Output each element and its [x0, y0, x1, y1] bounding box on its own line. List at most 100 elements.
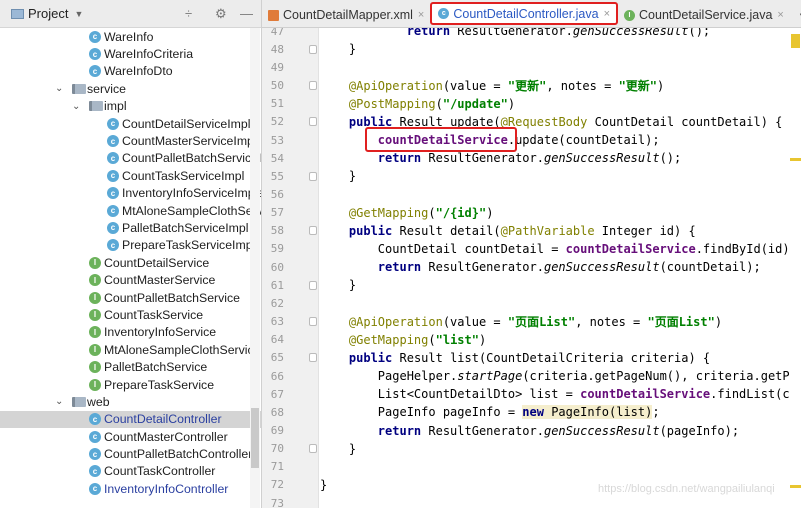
- class-icon: c: [89, 482, 101, 495]
- gear-icon[interactable]: ⚙: [215, 6, 227, 22]
- code-token: (value =: [442, 315, 508, 330]
- class-icon: c: [107, 117, 119, 130]
- tree-item[interactable]: I MtAloneSampleClothService: [0, 341, 261, 358]
- code-token: }: [320, 477, 328, 492]
- tree-item[interactable]: c PalletBatchServiceImpl: [0, 219, 261, 236]
- tree-item[interactable]: I PalletBatchService: [0, 358, 261, 375]
- watermark: https://blog.csdn.net/wangpailiulanqi: [598, 483, 775, 495]
- code-token: "/update": [442, 96, 508, 111]
- tree-item-label: WareInfoDto: [104, 64, 173, 79]
- collapse-all-icon[interactable]: ÷: [185, 6, 192, 21]
- tree-item[interactable]: I PrepareTaskService: [0, 376, 261, 393]
- class-icon: c: [89, 48, 101, 61]
- highlight-box: [365, 127, 517, 152]
- fold-icon[interactable]: [309, 171, 317, 181]
- code-token: PageInfo(list): [543, 405, 653, 420]
- code-line: 68 PageInfo pageInfo = new PageInfo(list…: [262, 403, 801, 421]
- tree-item[interactable]: c CountDetailServiceImpl: [0, 115, 261, 132]
- project-view-selector[interactable]: Project: [28, 6, 68, 21]
- close-icon[interactable]: ×: [418, 9, 424, 21]
- tree-item[interactable]: c CountMasterServiceImpl: [0, 132, 261, 149]
- marker[interactable]: [790, 485, 801, 488]
- tree-item[interactable]: I CountMasterService: [0, 271, 261, 288]
- chevron-down-icon[interactable]: ⌄: [55, 396, 63, 407]
- tree-item[interactable]: c CountMasterController: [0, 428, 261, 445]
- code-line: 50 @ApiOperation(value = "更新", notes = "…: [262, 76, 801, 94]
- tree-item[interactable]: c WareInfoCriteria: [0, 45, 261, 62]
- tree-item[interactable]: I CountDetailService: [0, 254, 261, 271]
- tab-countdetailmapper-xml[interactable]: CountDetailMapper.xml ×: [262, 3, 430, 27]
- chevron-down-icon[interactable]: ▼: [74, 9, 83, 19]
- tree-item[interactable]: c CountPalletBatchServiceIm: [0, 150, 261, 167]
- tree-item[interactable]: c WareInfo: [0, 28, 261, 45]
- tree-item[interactable]: ⌄ web: [0, 393, 261, 410]
- chevron-down-icon[interactable]: ⌄: [55, 83, 63, 94]
- fold-icon[interactable]: [309, 444, 317, 454]
- tree-item-label: MtAloneSampleClothService: [104, 342, 261, 357]
- code-line: 59 CountDetail countDetail = countDetail…: [262, 240, 801, 258]
- line-number: 73: [270, 496, 284, 508]
- tree-item[interactable]: I CountTaskService: [0, 306, 261, 323]
- fold-icon[interactable]: [309, 117, 317, 127]
- tree-item[interactable]: I CountPalletBatchService: [0, 289, 261, 306]
- tree-item[interactable]: ⌄ impl: [0, 98, 261, 115]
- code-token: genSuccessResult: [543, 151, 660, 166]
- class-icon: c: [89, 65, 101, 78]
- tree-item[interactable]: c InventoryInfoServiceImple: [0, 185, 261, 202]
- code-token: "list": [435, 332, 479, 347]
- interface-icon: I: [624, 9, 636, 21]
- tree-item[interactable]: c CountDetailController: [0, 410, 261, 428]
- code-token: ResultGenerator.: [421, 151, 544, 166]
- class-icon: c: [89, 413, 101, 426]
- project-icon: [11, 8, 24, 19]
- error-stripe[interactable]: [789, 28, 801, 508]
- tree-item[interactable]: c CountPalletBatchController: [0, 445, 261, 462]
- class-icon: c: [107, 221, 119, 234]
- code-token: ResultGenerator.: [421, 423, 544, 438]
- fold-icon[interactable]: [309, 226, 317, 236]
- code-token: CountDetail countDetail) {: [587, 114, 783, 129]
- line-number: 68: [270, 405, 284, 419]
- close-icon[interactable]: ×: [777, 9, 783, 21]
- tree-scrollbar[interactable]: [250, 28, 260, 508]
- tree-item[interactable]: c CountTaskController: [0, 463, 261, 480]
- hide-icon[interactable]: —: [240, 6, 253, 21]
- tree-item-label: PalletBatchServiceImpl: [122, 220, 249, 235]
- folder-icon: [72, 396, 86, 407]
- tree-item-label: CountDetailServiceImpl: [122, 116, 251, 131]
- tab-countdetailcontroller-java[interactable]: c CountDetailController.java ×: [430, 2, 619, 25]
- project-panel-header: Project ▼ ÷ ⚙ —: [0, 0, 261, 28]
- marker[interactable]: [791, 34, 800, 48]
- code-token: (value =: [442, 79, 508, 94]
- code-line: 73: [262, 494, 801, 508]
- tabs-overflow-button[interactable]: ▾≡: [794, 3, 801, 27]
- tree-item[interactable]: c InventoryInfoController: [0, 480, 261, 497]
- code-token: return: [377, 423, 422, 438]
- fold-icon[interactable]: [309, 81, 317, 91]
- tree-item[interactable]: c MtAloneSampleClothServi: [0, 202, 261, 219]
- fold-icon[interactable]: [309, 280, 317, 290]
- close-icon[interactable]: ×: [604, 8, 610, 20]
- code-line: 64 @GetMapping("list"): [262, 331, 801, 349]
- marker[interactable]: [790, 158, 801, 161]
- code-token: Result list(CountDetailCriteria criteria…: [392, 350, 711, 365]
- fold-icon[interactable]: [309, 44, 317, 54]
- project-panel: Project ▼ ÷ ⚙ — c WareInfo c WareInfoCriter…: [0, 0, 262, 508]
- line-number: 60: [270, 260, 284, 274]
- code-token: @PostMapping: [348, 96, 436, 111]
- code-token: ResultGenerator.: [450, 28, 573, 39]
- tree-item[interactable]: c PrepareTaskServiceImpl: [0, 237, 261, 254]
- class-icon: c: [89, 30, 101, 43]
- tab-countdetailservice-java[interactable]: I CountDetailService.java ×: [618, 3, 790, 27]
- code-editor[interactable]: 47 return ResultGenerator.genSuccessResu…: [262, 28, 801, 508]
- fold-icon[interactable]: [309, 317, 317, 327]
- tree-item[interactable]: ⌄ service: [0, 80, 261, 97]
- code-line: 48 }: [262, 40, 801, 58]
- tree-item[interactable]: I InventoryInfoService: [0, 324, 261, 341]
- tree-item[interactable]: c WareInfoDto: [0, 63, 261, 80]
- chevron-down-icon[interactable]: ⌄: [72, 101, 80, 112]
- tree-item[interactable]: c CountTaskServiceImpl: [0, 167, 261, 184]
- fold-icon[interactable]: [309, 353, 317, 363]
- tree-item-label: WareInfo: [104, 29, 154, 44]
- editor-tabs: CountDetailMapper.xml × c CountDetailContro…: [262, 0, 801, 28]
